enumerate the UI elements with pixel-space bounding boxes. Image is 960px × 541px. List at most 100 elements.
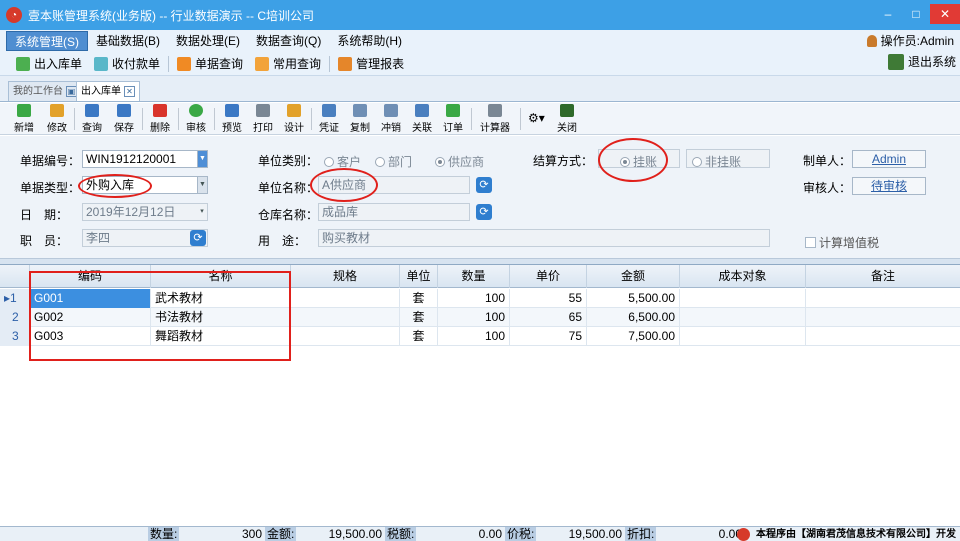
query-button[interactable]: 查询 <box>82 104 102 134</box>
col-cost-object[interactable]: 成本对象 <box>680 265 806 288</box>
staff-refresh-icon[interactable]: ⟳ <box>190 230 206 246</box>
maker-link[interactable]: Admin <box>852 150 926 168</box>
cell-qty[interactable]: 100 <box>438 308 510 327</box>
doc-type-select[interactable]: 外购入库 ▼ <box>82 176 208 194</box>
cell-unit[interactable]: 套 <box>400 289 438 308</box>
purpose-field[interactable]: 购买教材 <box>318 229 770 247</box>
cell-price[interactable]: 65 <box>510 308 587 327</box>
cell-code[interactable]: G002 <box>30 308 151 327</box>
close-button[interactable]: 关闭 <box>557 104 577 134</box>
logout-button[interactable]: 退出系统 <box>887 53 956 70</box>
quick-common-query-button[interactable]: 常用查询 <box>249 53 327 75</box>
col-name[interactable]: 名称 <box>151 265 291 288</box>
cell-note[interactable] <box>806 327 960 346</box>
calendar-icon[interactable]: ▾ <box>197 204 207 220</box>
tab-workbench[interactable]: 我的工作台 ▣ <box>8 81 82 101</box>
cell-amount[interactable]: 6,500.00 <box>587 308 680 327</box>
quick-stock-doc-button[interactable]: 出入库单 <box>10 53 88 75</box>
copy-button[interactable]: 复制 <box>350 104 370 134</box>
unit-type-customer-radio[interactable]: 客户 <box>324 153 361 170</box>
menu-system[interactable]: 系统管理(S) <box>6 31 88 51</box>
link-button[interactable]: 关联 <box>412 104 432 134</box>
settle-credit-radio[interactable]: 挂账 <box>620 153 657 170</box>
cell-amount[interactable]: 7,500.00 <box>587 327 680 346</box>
quick-common-query-label: 常用查询 <box>273 57 322 71</box>
unit-name-field[interactable]: A供应商 <box>318 176 470 194</box>
cell-code[interactable]: G003 <box>30 327 151 346</box>
cell-spec[interactable] <box>291 289 400 308</box>
doc-no-field[interactable]: WIN1912120001 ▼ <box>82 150 208 168</box>
cell-qty[interactable]: 100 <box>438 289 510 308</box>
radio-selected-icon <box>435 156 445 167</box>
col-qty[interactable]: 数量 <box>438 265 510 288</box>
voucher-button[interactable]: 凭证 <box>319 104 339 134</box>
unit-type-department-radio[interactable]: 部门 <box>375 153 412 170</box>
edit-button[interactable]: 修改 <box>47 104 67 134</box>
menu-data-query[interactable]: 数据查询(Q) <box>248 31 329 51</box>
audit-button[interactable]: 审核 <box>186 104 206 134</box>
col-unit[interactable]: 单位 <box>400 265 438 288</box>
cell-spec[interactable] <box>291 308 400 327</box>
menu-basic-data[interactable]: 基础数据(B) <box>88 31 168 51</box>
cell-name[interactable]: 舞蹈教材 <box>151 327 291 346</box>
unit-name-refresh-icon[interactable]: ⟳ <box>476 177 492 193</box>
cell-unit[interactable]: 套 <box>400 327 438 346</box>
tab-stock-doc[interactable]: 出入库单 ✕ <box>76 81 140 101</box>
edit-label: 修改 <box>47 123 67 134</box>
quick-report-button[interactable]: 管理报表 <box>332 53 410 75</box>
reverse-button[interactable]: 冲销 <box>381 104 401 134</box>
cell-name[interactable]: 书法教材 <box>151 308 291 327</box>
quick-doc-query-button[interactable]: 单据查询 <box>171 53 249 75</box>
design-button[interactable]: 设计 <box>284 104 304 134</box>
close-window-button[interactable]: ✕ <box>930 4 960 24</box>
cell-cost-object[interactable] <box>680 308 806 327</box>
cell-price[interactable]: 55 <box>510 289 587 308</box>
cell-note[interactable] <box>806 289 960 308</box>
cell-name[interactable]: 武术教材 <box>151 289 291 308</box>
menu-data-processing[interactable]: 数据处理(E) <box>168 31 248 51</box>
print-button[interactable]: 打印 <box>253 104 273 134</box>
vat-checkbox[interactable]: 计算增值税 <box>805 234 879 251</box>
save-button[interactable]: 保存 <box>114 104 134 134</box>
date-field[interactable]: 2019年12月12日 ▾ <box>82 203 208 221</box>
unit-type-supplier-radio[interactable]: 供应商 <box>435 153 484 170</box>
cell-qty[interactable]: 100 <box>438 327 510 346</box>
cell-spec[interactable] <box>291 327 400 346</box>
maximize-button[interactable]: □ <box>902 4 930 24</box>
order-button[interactable]: 订单 <box>443 104 463 134</box>
settle-noncredit-radio[interactable]: 非挂账 <box>692 153 741 170</box>
amount-total-label: 金额: <box>265 527 297 541</box>
minimize-button[interactable]: – <box>874 4 902 24</box>
row-number-header <box>0 265 30 288</box>
col-code[interactable]: 编码 <box>30 265 151 288</box>
chevron-down-icon[interactable]: ▼ <box>197 151 207 167</box>
table-row[interactable]: 3 G003 舞蹈教材 套 100 75 7,500.00 <box>0 327 960 346</box>
warehouse-field[interactable]: 成品库 <box>318 203 470 221</box>
col-spec[interactable]: 规格 <box>291 265 400 288</box>
cell-price[interactable]: 75 <box>510 327 587 346</box>
design-icon <box>287 104 301 117</box>
new-button[interactable]: 新增 <box>14 104 34 134</box>
delete-button[interactable]: 删除 <box>150 104 170 134</box>
menu-help[interactable]: 系统帮助(H) <box>329 31 410 51</box>
calculator-button[interactable]: 计算器 <box>480 104 510 134</box>
auditor-link[interactable]: 待审核 <box>852 177 926 195</box>
col-note[interactable]: 备注 <box>806 265 960 288</box>
cell-amount[interactable]: 5,500.00 <box>587 289 680 308</box>
cell-note[interactable] <box>806 308 960 327</box>
table-row[interactable]: ▸1 G001 武术教材 套 100 55 5,500.00 <box>0 289 960 308</box>
cell-code[interactable]: G001 <box>30 289 151 308</box>
col-amount[interactable]: 金额 <box>587 265 680 288</box>
warehouse-refresh-icon[interactable]: ⟳ <box>476 204 492 220</box>
preview-button[interactable]: 预览 <box>222 104 242 134</box>
row-number: 3 <box>0 327 30 346</box>
quick-payment-doc-button[interactable]: 收付款单 <box>88 53 166 75</box>
settings-dropdown[interactable]: ⚙▾ <box>528 104 545 132</box>
tab-close-icon[interactable]: ✕ <box>124 86 135 97</box>
cell-cost-object[interactable] <box>680 327 806 346</box>
table-row[interactable]: 2 G002 书法教材 套 100 65 6,500.00 <box>0 308 960 327</box>
chevron-down-icon[interactable]: ▼ <box>197 177 207 193</box>
cell-cost-object[interactable] <box>680 289 806 308</box>
col-price[interactable]: 单价 <box>510 265 587 288</box>
cell-unit[interactable]: 套 <box>400 308 438 327</box>
